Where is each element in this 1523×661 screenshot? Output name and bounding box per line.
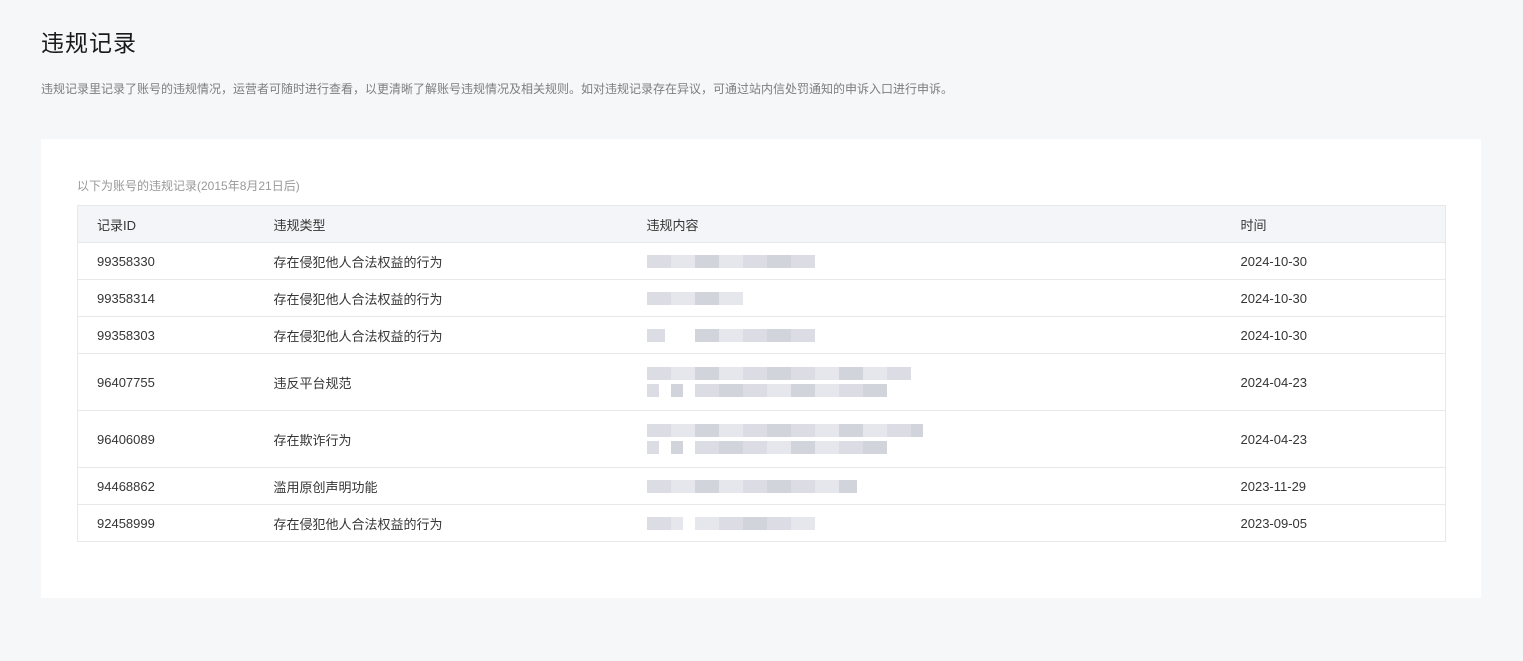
- page-description: 违规记录里记录了账号的违规情况，运营者可随时进行查看，以更清晰了解账号违规情况及…: [41, 82, 954, 96]
- violation-records-table: 记录ID 违规类型 违规内容 时间 99358330 存在侵犯他人合法权益的行为…: [77, 205, 1446, 542]
- record-date: 2023-09-05: [1221, 504, 1446, 542]
- record-content-redacted: [627, 504, 1222, 542]
- record-type: 存在侵犯他人合法权益的行为: [254, 279, 628, 317]
- record-id: 99358303: [77, 316, 255, 354]
- column-header-type: 违规类型: [254, 205, 628, 243]
- table-row: 96406089 存在欺诈行为 2024-04-23: [77, 410, 1446, 468]
- record-content-redacted: [627, 410, 1222, 468]
- record-id: 92458999: [77, 504, 255, 542]
- record-type: 违反平台规范: [254, 353, 628, 411]
- record-date: 2024-10-30: [1221, 316, 1446, 354]
- record-type: 存在侵犯他人合法权益的行为: [254, 242, 628, 280]
- column-header-date: 时间: [1221, 205, 1446, 243]
- record-type: 存在侵犯他人合法权益的行为: [254, 504, 628, 542]
- table-header-row: 记录ID 违规类型 违规内容 时间: [77, 205, 1446, 243]
- record-type: 滥用原创声明功能: [254, 467, 628, 505]
- record-date: 2023-11-29: [1221, 467, 1446, 505]
- records-caption: 以下为账号的违规记录(2015年8月21日后): [77, 179, 300, 193]
- record-date: 2024-10-30: [1221, 242, 1446, 280]
- record-content-redacted: [627, 242, 1222, 280]
- record-id: 99358314: [77, 279, 255, 317]
- table-row: 99358303 存在侵犯他人合法权益的行为 2024-10-30: [77, 316, 1446, 354]
- record-id: 94468862: [77, 467, 255, 505]
- record-content-redacted: [627, 353, 1222, 411]
- record-type: 存在侵犯他人合法权益的行为: [254, 316, 628, 354]
- record-content-redacted: [627, 316, 1222, 354]
- record-type: 存在欺诈行为: [254, 410, 628, 468]
- records-card: 以下为账号的违规记录(2015年8月21日后) 记录ID 违规类型 违规内容 时…: [41, 139, 1481, 598]
- record-date: 2024-04-23: [1221, 353, 1446, 411]
- record-id: 96406089: [77, 410, 255, 468]
- table-row: 92458999 存在侵犯他人合法权益的行为 2023-09-05: [77, 504, 1446, 542]
- table-row: 94468862 滥用原创声明功能 2023-11-29: [77, 467, 1446, 505]
- page-title: 违规记录: [41, 30, 137, 56]
- record-id: 96407755: [77, 353, 255, 411]
- record-content-redacted: [627, 467, 1222, 505]
- record-id: 99358330: [77, 242, 255, 280]
- column-header-content: 违规内容: [627, 205, 1222, 243]
- table-row: 99358330 存在侵犯他人合法权益的行为 2024-10-30: [77, 242, 1446, 280]
- record-content-redacted: [627, 279, 1222, 317]
- table-row: 96407755 违反平台规范 2024-04-23: [77, 353, 1446, 411]
- record-date: 2024-04-23: [1221, 410, 1446, 468]
- record-date: 2024-10-30: [1221, 279, 1446, 317]
- column-header-id: 记录ID: [77, 205, 255, 243]
- table-row: 99358314 存在侵犯他人合法权益的行为 2024-10-30: [77, 279, 1446, 317]
